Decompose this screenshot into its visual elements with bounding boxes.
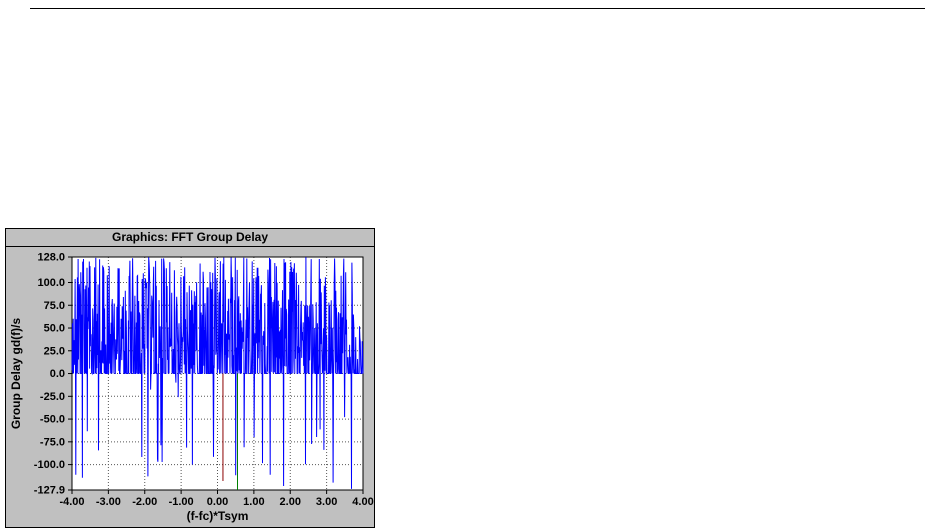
svg-text:-75.0: -75.0 — [40, 436, 65, 448]
svg-text:2.00: 2.00 — [280, 496, 301, 508]
svg-text:25.0: 25.0 — [44, 345, 65, 357]
svg-text:-4.00: -4.00 — [59, 496, 84, 508]
window-title-bar[interactable]: Graphics: FFT Group Delay — [6, 229, 374, 247]
svg-text:75.0: 75.0 — [44, 300, 65, 312]
chart-area: 128.0 100.0 75.0 50.0 25.0 0.0 -25.0 -50.0 -75.0… — [6, 247, 374, 527]
svg-text:-100.0: -100.0 — [34, 459, 65, 471]
svg-text:-1.00: -1.00 — [169, 496, 194, 508]
graphics-window: Graphics: FFT Group Delay 128.0 100.0 75.0… — [5, 228, 375, 528]
svg-text:3.00: 3.00 — [316, 496, 337, 508]
svg-text:1.00: 1.00 — [243, 496, 264, 508]
svg-text:100.0: 100.0 — [37, 277, 65, 289]
fft-group-delay-chart: 128.0 100.0 75.0 50.0 25.0 0.0 -25.0 -50.0 -75.0… — [9, 252, 374, 524]
svg-text:0.0: 0.0 — [50, 368, 65, 380]
page: Graphics: FFT Group Delay 128.0 100.0 75.0… — [0, 0, 925, 529]
svg-text:-2.00: -2.00 — [132, 496, 157, 508]
svg-text:-127.9: -127.9 — [34, 485, 65, 497]
svg-text:-25.0: -25.0 — [40, 391, 65, 403]
svg-text:0.00: 0.00 — [207, 496, 228, 508]
window-title: Graphics: FFT Group Delay — [111, 230, 269, 244]
svg-text:(f-fc)*Tsym: (f-fc)*Tsym — [187, 509, 249, 523]
svg-text:50.0: 50.0 — [44, 323, 65, 335]
svg-text:Group Delay gd(f)/s: Group Delay gd(f)/s — [9, 318, 23, 430]
svg-text:4.00: 4.00 — [352, 496, 373, 508]
svg-text:128.0: 128.0 — [37, 252, 65, 264]
page-top-rule — [30, 8, 925, 9]
svg-text:-50.0: -50.0 — [40, 414, 65, 426]
svg-text:-3.00: -3.00 — [96, 496, 121, 508]
